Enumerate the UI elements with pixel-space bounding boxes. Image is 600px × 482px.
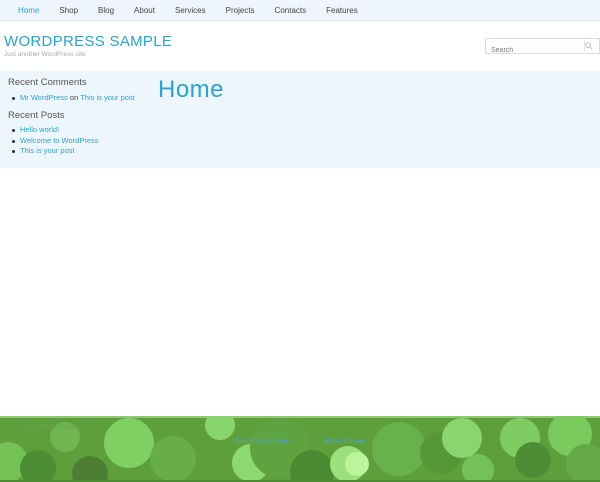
- nav-item-services[interactable]: Services: [175, 3, 206, 18]
- site-title[interactable]: WORDPRESS SAMPLE: [4, 33, 172, 50]
- list-item: Hello world!: [8, 125, 99, 136]
- nav-menu: Home Shop Blog About Services Projects C…: [0, 0, 600, 21]
- nav-item-projects[interactable]: Projects: [226, 3, 255, 18]
- page-title: Home: [158, 76, 225, 103]
- footer-bubble: [205, 416, 235, 440]
- footer: © 2016 Billion Themes WordPress Theme Bi…: [0, 416, 600, 482]
- footer-theme-link[interactable]: WordPress Theme: [235, 438, 289, 445]
- nav-item-blog[interactable]: Blog: [98, 3, 114, 18]
- nav-item-about[interactable]: About: [134, 3, 155, 18]
- post-link[interactable]: Hello world!: [20, 125, 59, 134]
- footer-bubble: [566, 444, 600, 482]
- post-link[interactable]: This is your post: [20, 146, 75, 155]
- footer-bubble: [345, 452, 369, 476]
- footer-copyright: © 2016 Billion Themes: [18, 424, 84, 431]
- nav-item-contacts[interactable]: Contacts: [275, 3, 307, 18]
- comment-post-link[interactable]: This is your post: [80, 93, 135, 102]
- footer-bubble: [290, 450, 334, 482]
- footer-bubble: [462, 454, 494, 482]
- search-input[interactable]: [486, 43, 576, 58]
- footer-bubble: [150, 436, 196, 482]
- post-link[interactable]: Welcome to WordPress: [20, 136, 99, 145]
- footer-bubble: [104, 418, 154, 468]
- recent-comments-title: Recent Comments: [8, 77, 87, 88]
- nav-item-shop[interactable]: Shop: [59, 3, 78, 18]
- recent-posts-title: Recent Posts: [8, 110, 65, 121]
- footer-bubble: [515, 442, 551, 478]
- comment-on-text: on: [69, 93, 79, 102]
- site-tagline: Just another WordPress site: [4, 51, 86, 58]
- nav-item-home[interactable]: Home: [18, 3, 39, 18]
- list-item: Mr WordPress on This is your post: [8, 93, 135, 104]
- list-item: This is your post: [8, 146, 99, 157]
- list-item: Welcome to WordPress: [8, 136, 99, 147]
- footer-bubble: [72, 456, 108, 482]
- footer-bubble: [20, 450, 56, 482]
- recent-comments-list: Mr WordPress on This is your post: [8, 93, 135, 104]
- search-icon[interactable]: [585, 42, 593, 50]
- footer-bubble: [372, 422, 426, 476]
- top-navigation: Home Shop Blog About Services Projects C…: [0, 0, 600, 21]
- comment-author-link[interactable]: Mr WordPress: [20, 93, 68, 102]
- recent-posts-list: Hello world! Welcome to WordPress This i…: [8, 125, 99, 157]
- nav-item-features[interactable]: Features: [326, 3, 358, 18]
- search-box: [485, 38, 600, 58]
- footer-bubble: [442, 418, 482, 458]
- footer-author-link[interactable]: Billion Themes: [324, 438, 367, 445]
- footer-top-border: [0, 416, 600, 418]
